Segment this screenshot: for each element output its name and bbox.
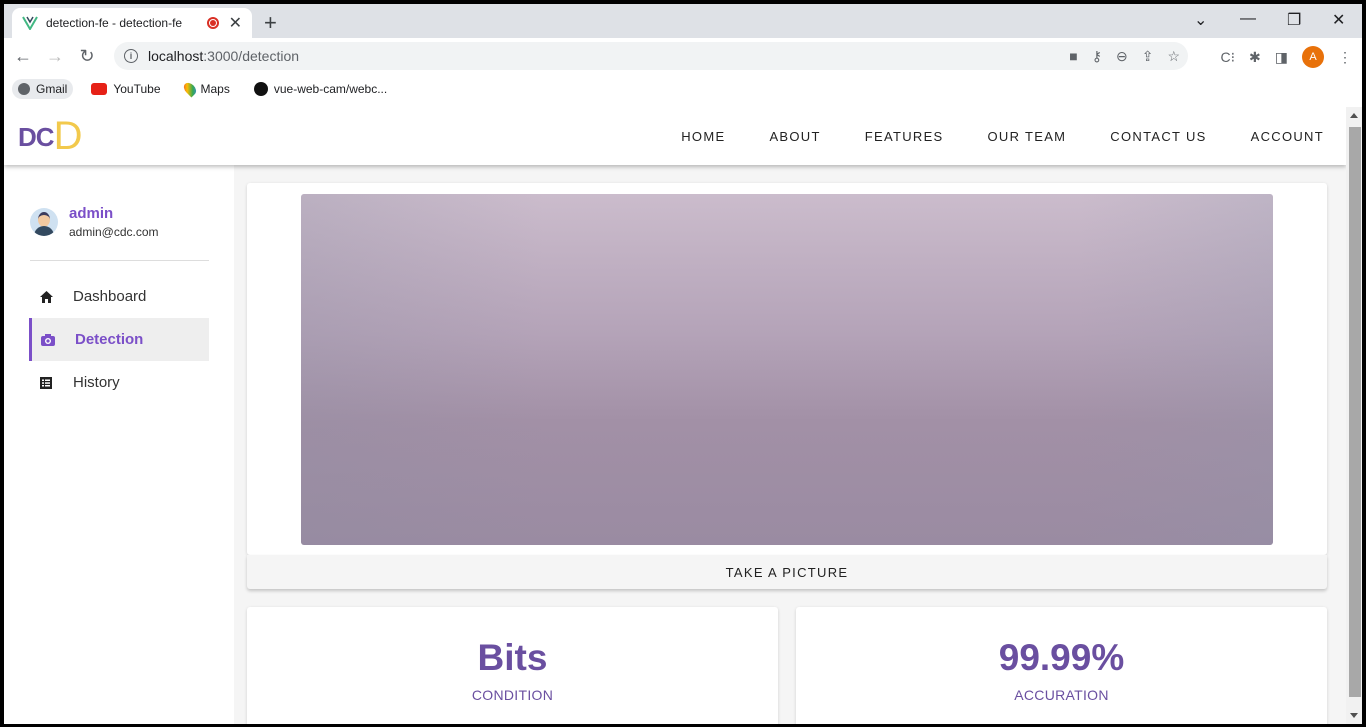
restore-button[interactable]: ❐ — [1287, 10, 1301, 30]
browser-tab[interactable]: detection-fe - detection-fe ✕ — [12, 8, 252, 38]
logo-dc: DC — [18, 122, 55, 152]
site-info-icon[interactable]: i — [124, 49, 138, 63]
maps-pin-icon — [181, 80, 198, 98]
youtube-icon — [91, 83, 108, 95]
page-viewport: DC D HOME ABOUT FEATURES OUR TEAM CONTAC… — [4, 107, 1346, 724]
sidebar-item-label: Dashboard — [73, 288, 147, 305]
nav-features[interactable]: FEATURES — [843, 129, 966, 144]
extension-c-icon[interactable]: C⁝ — [1220, 49, 1235, 66]
user-email: admin@cdc.com — [69, 225, 159, 239]
bookmarks-bar: Gmail YouTube Maps vue-web-cam/webc... — [4, 74, 1362, 104]
camera-icon — [41, 333, 55, 346]
browser-toolbar: ← → ↻ i localhost:3000/detection ■ ⚷ ⊖ ⇪… — [4, 38, 1362, 74]
avatar — [30, 208, 58, 236]
sidebar: admin admin@cdc.com Dashboard Detection — [4, 165, 234, 724]
bookmark-label: Gmail — [36, 82, 68, 96]
bookmark-github[interactable]: vue-web-cam/webc... — [248, 79, 393, 99]
bookmark-label: vue-web-cam/webc... — [273, 82, 388, 96]
browser-window: detection-fe - detection-fe ✕ + ⌄ — ❐ ✕ … — [4, 4, 1362, 724]
sidebar-divider — [30, 260, 209, 261]
scroll-up-arrow-icon[interactable] — [1350, 113, 1358, 118]
close-tab-icon[interactable]: ✕ — [229, 13, 242, 33]
back-icon[interactable]: ← — [10, 46, 36, 67]
nav-about[interactable]: ABOUT — [747, 129, 842, 144]
page-scrollbar[interactable] — [1346, 107, 1362, 724]
star-icon[interactable]: ☆ — [1167, 48, 1180, 65]
camera-indicator-icon[interactable]: ■ — [1069, 48, 1077, 65]
bookmark-maps[interactable]: Maps — [179, 79, 236, 99]
nav-contact-us[interactable]: CONTACT US — [1088, 129, 1228, 144]
minimize-button[interactable]: — — [1240, 10, 1256, 28]
scroll-down-arrow-icon[interactable] — [1350, 713, 1358, 718]
sidebar-item-label: Detection — [75, 331, 144, 348]
new-tab-button[interactable]: + — [264, 10, 277, 36]
url-path: :3000/detection — [203, 48, 300, 64]
key-icon[interactable]: ⚷ — [1092, 48, 1102, 65]
sidebar-item-label: History — [73, 374, 120, 391]
vue-icon — [22, 16, 38, 30]
take-picture-button[interactable]: TAKE A PICTURE — [247, 555, 1327, 589]
condition-card: Bits CONDITION — [247, 607, 778, 724]
bookmark-label: Maps — [200, 82, 230, 96]
bookmark-label: YouTube — [113, 82, 161, 96]
home-icon — [39, 290, 53, 303]
app-header: DC D HOME ABOUT FEATURES OUR TEAM CONTAC… — [4, 107, 1346, 165]
reload-icon[interactable]: ↻ — [74, 46, 100, 67]
camera-card — [247, 183, 1327, 555]
sidebar-item-history[interactable]: History — [29, 361, 209, 404]
tab-search-icon[interactable]: ⌄ — [1194, 10, 1207, 30]
profile-avatar[interactable]: A — [1302, 46, 1324, 68]
main-nav: HOME ABOUT FEATURES OUR TEAM CONTACT US … — [659, 107, 1346, 165]
sidebar-item-detection[interactable]: Detection — [29, 318, 209, 361]
bookmark-youtube[interactable]: YouTube — [85, 79, 166, 99]
logo[interactable]: DC D — [18, 114, 83, 158]
bookmark-gmail[interactable]: Gmail — [12, 79, 74, 99]
address-bar[interactable]: i localhost:3000/detection ■ ⚷ ⊖ ⇪ ☆ — [114, 42, 1188, 70]
puzzle-icon[interactable]: ✱ — [1249, 49, 1261, 66]
nav-account[interactable]: ACCOUNT — [1229, 129, 1346, 144]
sidebar-menu: Dashboard Detection History — [29, 275, 209, 404]
forward-icon[interactable]: → — [42, 46, 68, 67]
webcam-feed — [301, 194, 1273, 545]
zoom-icon[interactable]: ⊖ — [1116, 48, 1128, 65]
nav-our-team[interactable]: OUR TEAM — [966, 129, 1089, 144]
recording-icon — [206, 17, 219, 29]
share-icon[interactable]: ⇪ — [1142, 48, 1154, 65]
close-window-button[interactable]: ✕ — [1332, 10, 1345, 30]
menu-dots-icon[interactable]: ⋮ — [1338, 49, 1352, 66]
scrollbar-thumb[interactable] — [1349, 127, 1361, 697]
sidebar-item-dashboard[interactable]: Dashboard — [29, 275, 209, 318]
user-name: admin — [69, 205, 114, 222]
condition-label: CONDITION — [471, 687, 554, 703]
nav-home[interactable]: HOME — [659, 129, 747, 144]
side-panel-icon[interactable]: ◨ — [1275, 49, 1288, 66]
list-icon — [39, 376, 53, 389]
condition-value: Bits — [477, 637, 548, 678]
logo-d: D — [53, 114, 83, 158]
user-profile: admin admin@cdc.com — [30, 205, 159, 239]
tab-title: detection-fe - detection-fe — [46, 16, 183, 30]
url-host: localhost — [148, 48, 204, 64]
accuration-label: ACCURATION — [1014, 687, 1109, 703]
accuration-value: 99.99% — [998, 637, 1125, 678]
globe-icon — [18, 83, 30, 95]
tab-strip: detection-fe - detection-fe ✕ + ⌄ — ❐ ✕ — [4, 4, 1362, 38]
github-icon — [253, 82, 268, 96]
accuration-card: 99.99% ACCURATION — [796, 607, 1327, 724]
